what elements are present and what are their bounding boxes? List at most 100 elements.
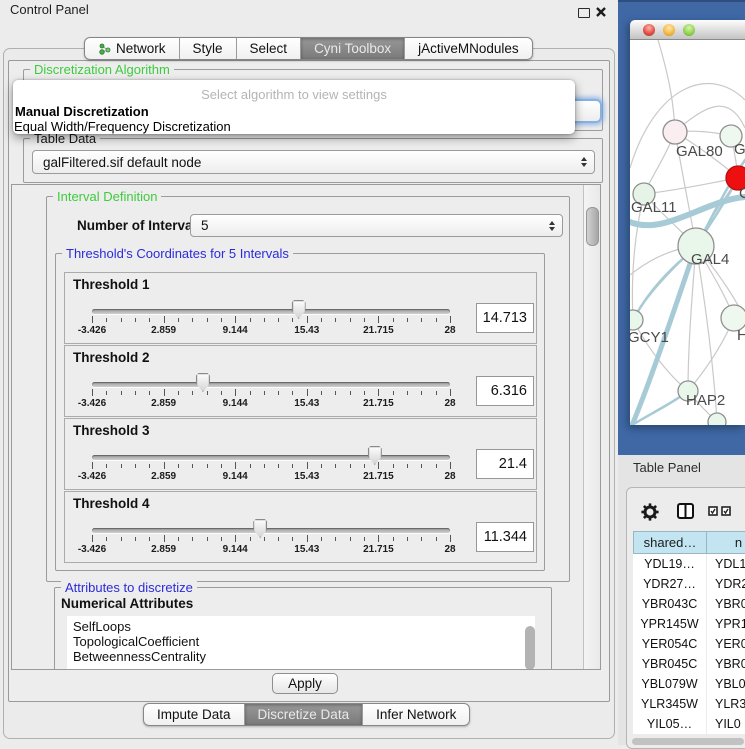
- table-row[interactable]: YBR043CYBR0: [633, 594, 745, 614]
- node-partial-bottom[interactable]: [708, 413, 726, 425]
- numerical-attributes-list[interactable]: SelfLoopsTopologicalCoefficientBetweenne…: [67, 616, 535, 670]
- attribute-item[interactable]: BetweennessCentrality: [67, 649, 535, 664]
- vertical-scrollbar-thumb[interactable]: [586, 207, 599, 246]
- table-row[interactable]: YDR27…YDR2: [633, 574, 745, 594]
- tab-network[interactable]: Network: [85, 38, 179, 59]
- threshold-value-field[interactable]: 11.344: [476, 522, 534, 552]
- tick-mark: [264, 464, 265, 468]
- cell-shared-name[interactable]: YBR045C: [633, 654, 707, 674]
- tab-infer-network[interactable]: Infer Network: [362, 704, 469, 725]
- cell-shared-name[interactable]: YER054C: [633, 634, 707, 654]
- tab-impute-data[interactable]: Impute Data: [144, 704, 244, 725]
- dropdown-option-equal-width[interactable]: Equal Width/Frequency Discretization: [14, 119, 231, 134]
- tick-mark: [292, 537, 293, 541]
- horizontal-scrollbar-thumb[interactable]: [632, 738, 744, 745]
- dropdown-option-manual[interactable]: Manual Discretization: [15, 104, 149, 119]
- tab-cyni-toolbox[interactable]: Cyni Toolbox: [300, 38, 404, 59]
- attribute-item[interactable]: TopologicalCoefficient: [67, 634, 535, 649]
- node-gal80[interactable]: [663, 120, 687, 144]
- threshold-value-field[interactable]: 14.713: [476, 303, 534, 333]
- tick-mark: [292, 391, 293, 395]
- window-titlebar[interactable]: [630, 20, 745, 40]
- table-row[interactable]: YER054CYER0: [633, 634, 745, 654]
- num-intervals-select[interactable]: 5: [190, 214, 563, 237]
- checkbox-icon[interactable]: [708, 506, 718, 516]
- slider-track[interactable]: [92, 309, 450, 314]
- axis-label: 9.144: [223, 471, 248, 482]
- table-row[interactable]: YBR045CYBR0: [633, 654, 745, 674]
- table-row[interactable]: YIL05…YIL0: [633, 714, 745, 734]
- slider-ticks: [92, 389, 450, 397]
- close-icon[interactable]: [595, 6, 608, 19]
- node-gcy1[interactable]: [630, 310, 643, 330]
- cell-name[interactable]: YLR3: [707, 694, 745, 714]
- cell-shared-name[interactable]: YLR345W: [633, 694, 707, 714]
- cell-shared-name[interactable]: YDL19…: [633, 554, 707, 574]
- vertical-scrollbar[interactable]: [583, 185, 600, 669]
- num-intervals-value: 5: [201, 218, 209, 233]
- slider-track[interactable]: [92, 382, 450, 387]
- cell-name[interactable]: YBR0: [707, 594, 745, 614]
- cell-name[interactable]: YBR0: [707, 654, 745, 674]
- float-window-icon[interactable]: [578, 8, 590, 18]
- cell-shared-name[interactable]: YBL079W: [633, 674, 707, 694]
- tick-mark: [221, 464, 222, 468]
- slider-track[interactable]: [92, 528, 450, 533]
- cell-shared-name[interactable]: YDR27…: [633, 574, 707, 594]
- tick-mark: [207, 391, 208, 395]
- threshold-slider[interactable]: -3.4262.8599.14415.4321.71528: [92, 299, 450, 339]
- tab-jactivemnodules[interactable]: jActiveMNodules: [404, 38, 532, 59]
- cell-shared-name[interactable]: YIL05…: [633, 714, 707, 734]
- threshold-slider[interactable]: -3.4262.8599.14415.4321.71528: [92, 445, 450, 485]
- tick-mark: [192, 318, 193, 322]
- axis-label: 21.715: [363, 398, 394, 409]
- tick-mark: [407, 391, 408, 395]
- table-row[interactable]: YBL079WYBL0: [633, 674, 745, 694]
- cell-shared-name[interactable]: YPR145W: [633, 614, 707, 634]
- table-row[interactable]: YDL19…YDL1: [633, 554, 745, 574]
- node-label: HAP2: [686, 392, 725, 409]
- column-header-name[interactable]: n: [707, 531, 745, 554]
- tick-mark: [135, 391, 136, 395]
- cell-name[interactable]: YDL1: [707, 554, 745, 574]
- column-header-shared-name[interactable]: shared…: [633, 531, 707, 554]
- list-scrollbar-thumb[interactable]: [525, 626, 535, 670]
- cell-name[interactable]: YER0: [707, 634, 745, 654]
- split-columns-icon[interactable]: [677, 503, 694, 519]
- close-traffic-light[interactable]: [643, 24, 655, 36]
- table-row[interactable]: YPR145WYPR1: [633, 614, 745, 634]
- attribute-item[interactable]: SelfLoops: [67, 616, 535, 634]
- zoom-traffic-light[interactable]: [683, 24, 695, 36]
- table-data-select[interactable]: galFiltered.sif default node: [32, 150, 595, 174]
- slider-ticks: [92, 462, 450, 470]
- threshold-value-field[interactable]: 6.316: [476, 376, 534, 406]
- tick-mark: [393, 391, 394, 395]
- tab-select[interactable]: Select: [236, 38, 301, 59]
- cell-name[interactable]: YIL0: [707, 714, 745, 734]
- tick-mark: [121, 464, 122, 468]
- network-canvas[interactable]: GAL80 GA C GAL11 GAL4 GCY1 H HAP2: [630, 40, 745, 425]
- slider-track[interactable]: [92, 455, 450, 460]
- apply-button[interactable]: Apply: [272, 673, 338, 694]
- cell-name[interactable]: YPR1: [707, 614, 745, 634]
- tick-mark: [364, 318, 365, 322]
- tab-style[interactable]: Style: [179, 38, 236, 59]
- checkbox-icon[interactable]: [721, 506, 731, 516]
- threshold-slider[interactable]: -3.4262.8599.14415.4321.71528: [92, 372, 450, 412]
- tick-mark: [407, 464, 408, 468]
- threshold-value-field[interactable]: 21.4: [476, 449, 534, 479]
- table-panel-title: Table Panel: [633, 460, 701, 475]
- node-label: GAL80: [676, 143, 723, 160]
- minimize-traffic-light[interactable]: [663, 24, 675, 36]
- tick-mark: [436, 537, 437, 541]
- axis-label: 28: [444, 398, 455, 409]
- cell-shared-name[interactable]: YBR043C: [633, 594, 707, 614]
- threshold-slider[interactable]: -3.4262.8599.14415.4321.71528: [92, 518, 450, 558]
- tick-mark: [149, 391, 150, 395]
- table-row[interactable]: YLR345WYLR3: [633, 694, 745, 714]
- axis-label: 28: [444, 325, 455, 336]
- cell-name[interactable]: YBL0: [707, 674, 745, 694]
- tab-discretize-data[interactable]: Discretize Data: [244, 704, 363, 725]
- gear-icon[interactable]: [641, 503, 659, 521]
- cell-name[interactable]: YDR2: [707, 574, 745, 594]
